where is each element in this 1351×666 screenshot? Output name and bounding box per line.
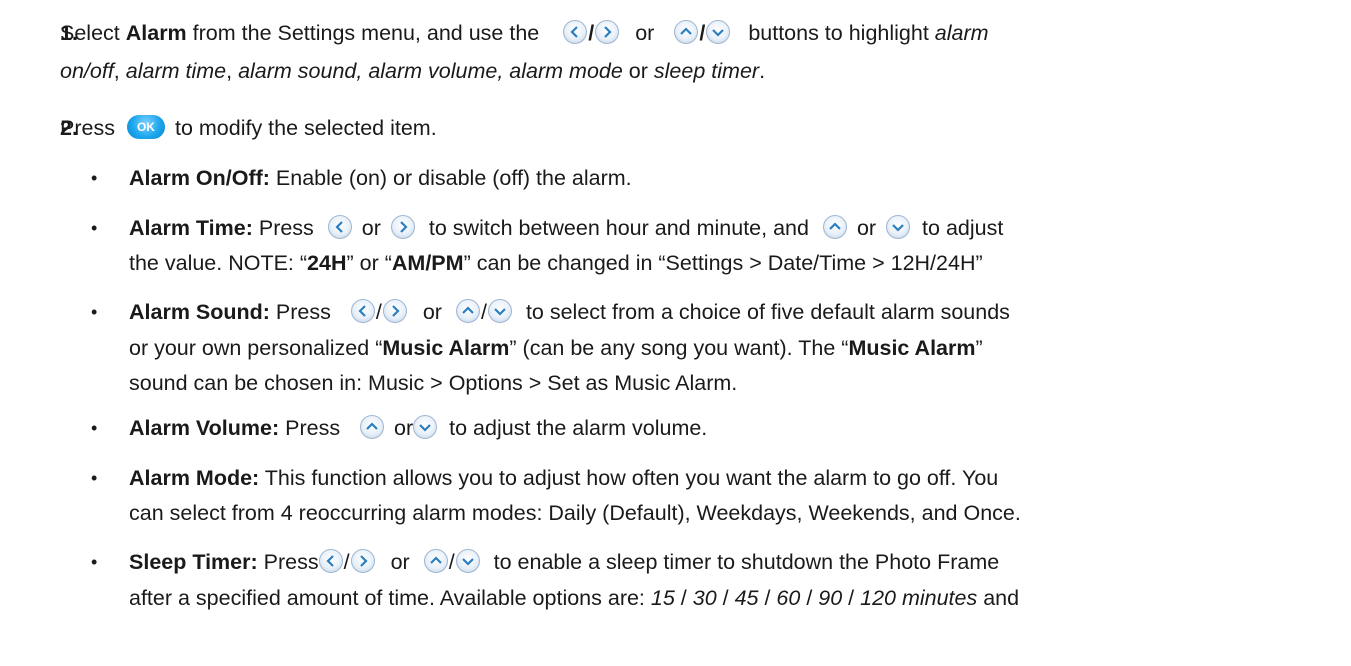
right-arrow-button-icon	[595, 20, 620, 45]
up-arrow-button-icon	[674, 20, 699, 45]
step-2-line-1: Press OK to modify the selected item.	[60, 115, 437, 140]
alarm-label: Alarm	[125, 21, 187, 45]
ok-button-icon: OK	[126, 115, 165, 140]
bullet-dot: •	[91, 418, 98, 438]
down-arrow-button-icon	[455, 549, 480, 574]
bullet-dot: •	[91, 168, 98, 188]
down-arrow-button-icon	[706, 20, 731, 45]
left-arrow-button-icon	[350, 299, 375, 324]
bullet-dot: •	[91, 552, 98, 572]
bullet-dot: •	[91, 218, 98, 238]
right-arrow-button-icon	[350, 549, 375, 574]
bullet-dot: •	[91, 302, 98, 322]
right-arrow-button-icon	[382, 299, 407, 324]
left-arrow-button-icon	[318, 549, 343, 574]
down-arrow-button-icon	[487, 299, 512, 324]
up-arrow-button-icon	[423, 549, 448, 574]
up-arrow-button-icon	[360, 415, 385, 440]
up-arrow-button-icon	[455, 299, 480, 324]
up-arrow-button-icon	[822, 215, 847, 240]
step-1-line-1: Select Alarm from the Settings menu, and…	[60, 20, 989, 45]
down-arrow-button-icon	[886, 215, 911, 240]
bullet-dot: •	[91, 468, 98, 488]
manual-page: 1. Select Alarm from the Settings menu, …	[0, 0, 1351, 666]
right-arrow-button-icon	[390, 215, 415, 240]
down-arrow-button-icon	[413, 415, 438, 440]
left-arrow-button-icon	[563, 20, 588, 45]
left-arrow-button-icon	[327, 215, 352, 240]
step-1-line-2: on/off, alarm time, alarm sound, alarm v…	[60, 59, 766, 83]
